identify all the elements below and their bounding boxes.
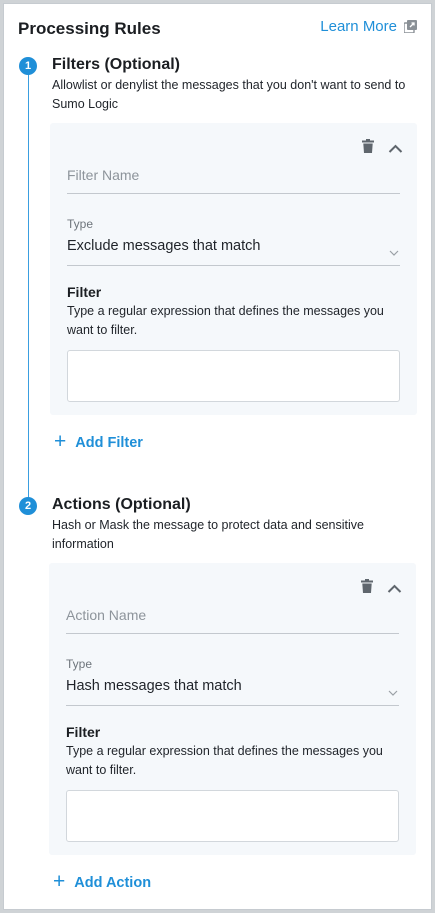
actions-section-title: Actions (Optional) [52, 496, 191, 513]
filter-regex-textarea[interactable] [67, 350, 400, 402]
action-card-actions [361, 579, 402, 598]
processing-rules-panel: Processing Rules Learn More 1 Filters (O… [3, 3, 432, 910]
filter-type-label: Type [67, 217, 94, 231]
step-badge-2: 2 [19, 497, 37, 515]
plus-icon: + [54, 430, 67, 453]
learn-more-link[interactable]: Learn More [320, 18, 417, 35]
learn-more-label: Learn More [320, 18, 397, 35]
action-regex-textarea[interactable] [66, 790, 399, 842]
filter-name-underline [67, 193, 400, 194]
filter-type-select[interactable]: Exclude messages that match [67, 238, 260, 254]
filter-type-underline [67, 265, 400, 266]
step-badge-1: 1 [19, 57, 37, 75]
action-card: Action Name Type Hash messages that matc… [49, 563, 416, 855]
action-name-underline [66, 633, 399, 634]
action-type-underline [66, 705, 399, 706]
filter-card-actions [362, 139, 403, 158]
add-action-button[interactable]: + Add Action [53, 870, 152, 893]
action-type-label: Type [66, 657, 93, 671]
filter-regex-label: Filter [67, 284, 102, 300]
filter-name-input[interactable]: Filter Name [67, 167, 139, 183]
plus-icon: + [53, 870, 66, 893]
actions-section-description: Hash or Mask the message to protect data… [52, 518, 364, 551]
trash-icon[interactable] [362, 139, 374, 158]
add-filter-button[interactable]: + Add Filter [54, 430, 143, 453]
chevron-down-icon[interactable] [389, 243, 399, 261]
chevron-up-icon[interactable] [388, 140, 403, 158]
action-type-select[interactable]: Hash messages that match [66, 678, 242, 694]
chevron-up-icon[interactable] [387, 580, 402, 598]
action-regex-help: Type a regular expression that defines t… [66, 744, 383, 777]
action-name-input[interactable]: Action Name [66, 607, 146, 623]
filter-card: Filter Name Type Exclude messages that m… [50, 123, 417, 415]
external-link-icon [404, 20, 417, 33]
filters-section-title: Filters (Optional) [52, 56, 180, 73]
action-regex-label: Filter [66, 724, 101, 740]
chevron-down-icon[interactable] [388, 683, 398, 701]
add-filter-label: Add Filter [75, 434, 143, 451]
step-timeline-line [28, 74, 29, 504]
trash-icon[interactable] [361, 579, 373, 598]
add-action-label: Add Action [74, 874, 152, 891]
filter-regex-help: Type a regular expression that defines t… [67, 304, 384, 337]
page-title: Processing Rules [18, 19, 161, 38]
filters-section-description: Allowlist or denylist the messages that … [52, 78, 406, 111]
